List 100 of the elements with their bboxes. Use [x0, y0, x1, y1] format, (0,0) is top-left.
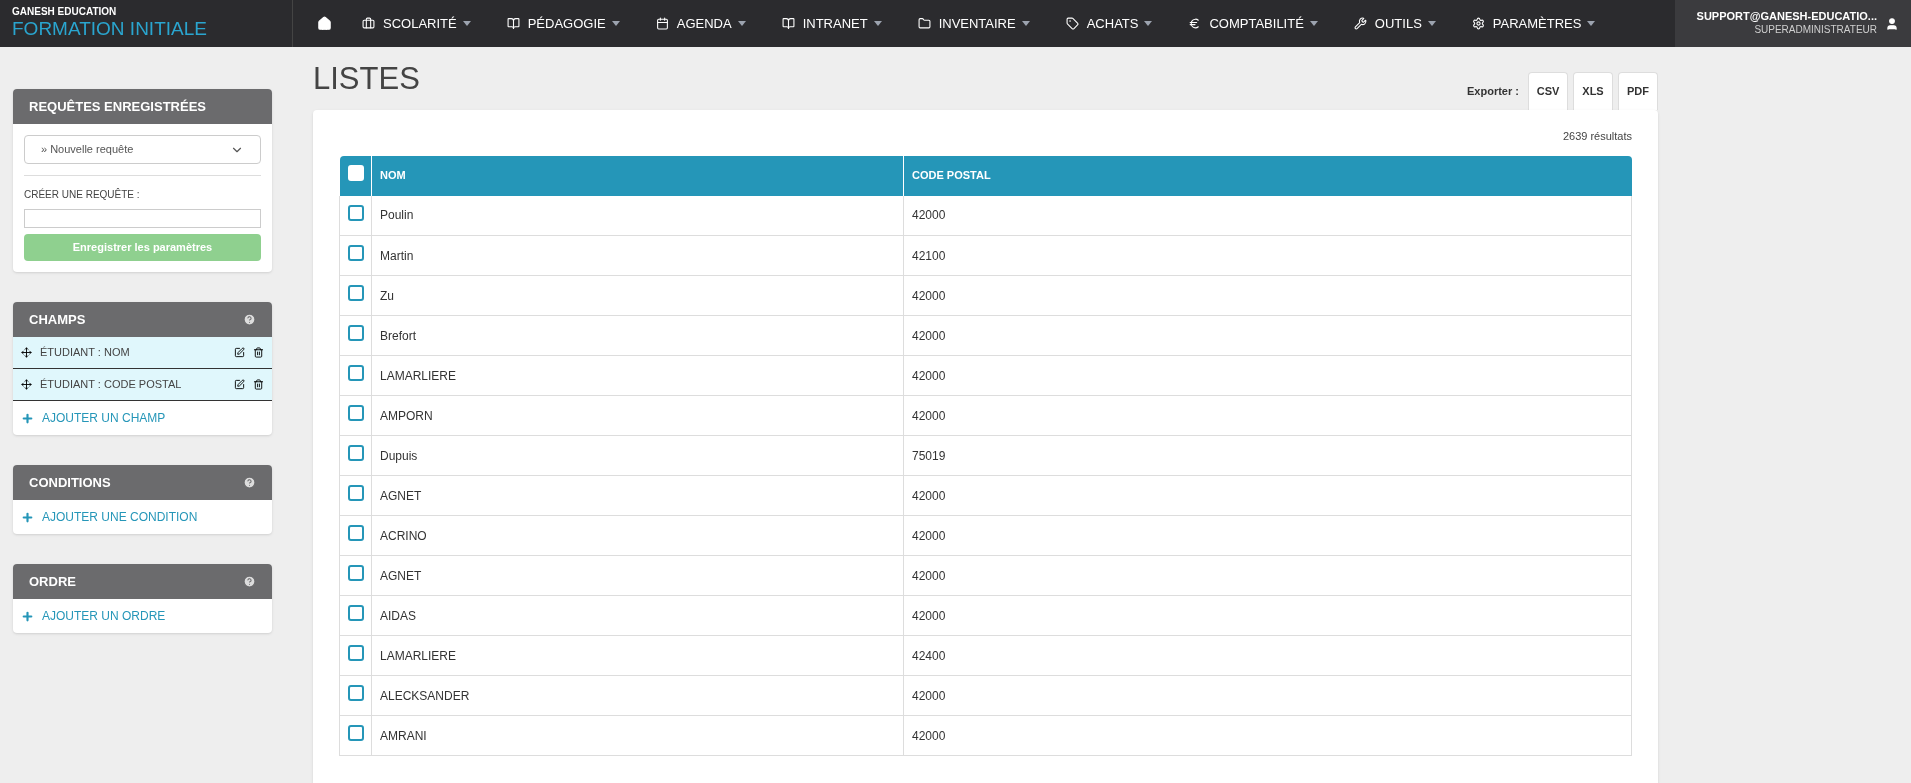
nav-menu-item[interactable]: INTRANET: [763, 13, 900, 34]
checkbox[interactable]: [348, 525, 364, 541]
caret-icon: [462, 21, 471, 26]
tag-icon: [1065, 17, 1079, 30]
euro-icon: [1188, 17, 1202, 30]
nav-menu-item[interactable]: INVENTAIRE: [899, 13, 1048, 34]
table-cell: AMPORN: [371, 395, 904, 436]
caret-icon: [737, 21, 746, 26]
caret-icon: [1309, 21, 1318, 26]
nav-menu-item[interactable]: COMPTABILITÉ: [1170, 13, 1336, 34]
nav-menu-item[interactable]: SCOLARITÉ: [344, 13, 489, 34]
table-cell: 42000: [903, 195, 1632, 236]
table-cell: AGNET: [371, 555, 904, 596]
user-role: SUPERADMINISTRATEUR: [1754, 24, 1877, 37]
trash-icon: [253, 347, 264, 358]
panel-title: REQUÊTES ENREGISTRÉES: [13, 89, 272, 124]
checkbox[interactable]: [348, 645, 364, 661]
table-cell: 42000: [903, 275, 1632, 316]
checkbox[interactable]: [348, 565, 364, 581]
move-icon: [21, 379, 32, 390]
checkbox[interactable]: [348, 365, 364, 381]
checkbox[interactable]: [348, 245, 364, 261]
briefcase-icon: [362, 17, 375, 30]
table-cell: LAMARLIERE: [371, 355, 904, 396]
table-cell: AMRANI: [371, 715, 904, 756]
checkbox[interactable]: [348, 285, 364, 301]
table-cell: 75019: [903, 435, 1632, 476]
checkbox[interactable]: [348, 445, 364, 461]
table-cell: 42000: [903, 515, 1632, 556]
checkbox[interactable]: [348, 405, 364, 421]
checkbox[interactable]: [348, 204, 364, 221]
book-icon: [781, 17, 795, 30]
table-cell: 42100: [903, 235, 1632, 276]
field-item[interactable]: ÉTUDIANT : NOM: [13, 337, 272, 369]
table-cell: 42000: [903, 475, 1632, 516]
wrench-icon: [1353, 17, 1367, 30]
plus-icon: [21, 510, 34, 524]
book-icon: [506, 17, 520, 30]
table-cell: AGNET: [371, 475, 904, 516]
export-button[interactable]: XLS: [1573, 72, 1613, 110]
caret-icon: [1587, 21, 1596, 26]
checkbox[interactable]: [348, 325, 364, 341]
table-cell: 42000: [903, 355, 1632, 396]
table-cell: Martin: [371, 235, 904, 276]
caret-icon: [1021, 21, 1030, 26]
caret-icon: [1144, 21, 1153, 26]
help-icon: [243, 575, 256, 588]
table-cell: Dupuis: [371, 435, 904, 476]
user-menu[interactable]: SUPPORT@GANESH-EDUCATIO... SUPERADMINISTRATEUR: [1675, 0, 1911, 47]
export-label: Exporter :: [1467, 83, 1519, 99]
trash-icon: [253, 379, 264, 390]
calendar-icon: [655, 17, 669, 30]
checkbox[interactable]: [348, 725, 364, 741]
plus-icon: [21, 609, 34, 623]
checkbox[interactable]: [348, 485, 364, 501]
table-cell: AIDAS: [371, 595, 904, 636]
caret-icon: [611, 21, 620, 26]
table-cell: 42000: [903, 715, 1632, 756]
table-cell: Brefort: [371, 315, 904, 356]
query-select[interactable]: » Nouvelle requête: [24, 135, 261, 164]
move-icon: [21, 347, 32, 358]
field-label: CRÉER UNE REQUÊTE :: [24, 187, 141, 202]
caret-icon: [1427, 21, 1436, 26]
panel-title: CONDITIONS: [29, 473, 111, 492]
results-count: 2639 résultats: [1562, 129, 1632, 144]
company-name: GANESH EDUCATION: [12, 6, 118, 17]
table-cell: Zu: [371, 275, 904, 316]
gear-icon: [1471, 17, 1485, 30]
nav-menu-item[interactable]: OUTILS: [1335, 13, 1454, 34]
table-cell: 42000: [903, 555, 1632, 596]
add-link[interactable]: AJOUTER UN CHAMP: [13, 401, 272, 435]
table-cell: 42000: [903, 675, 1632, 716]
export-button[interactable]: PDF: [1618, 72, 1658, 110]
folder-icon: [917, 17, 931, 30]
page-title: LISTES: [313, 63, 420, 94]
home-icon: [317, 16, 332, 31]
panel-title: ORDRE: [29, 572, 76, 591]
plus-icon: [21, 411, 34, 425]
table-cell: 42000: [903, 315, 1632, 356]
edit-icon: [234, 379, 245, 390]
nav-menu-item[interactable]: PARAMÈTRES: [1453, 13, 1614, 34]
table-cell: Poulin: [371, 195, 904, 236]
caret-icon: [873, 21, 882, 26]
nav-menu-item[interactable]: PÉDAGOGIE: [488, 13, 638, 34]
table-cell: ACRINO: [371, 515, 904, 556]
checkbox[interactable]: [348, 685, 364, 701]
query-name-input[interactable]: [24, 209, 261, 228]
field-item[interactable]: ÉTUDIANT : CODE POSTAL: [13, 369, 272, 401]
export-button[interactable]: CSV: [1528, 72, 1568, 110]
app-title[interactable]: FORMATION INITIALE: [12, 16, 280, 41]
table-cell: 42400: [903, 635, 1632, 676]
user-email: SUPPORT@GANESH-EDUCATIO...: [1696, 10, 1877, 25]
nav-menu-item[interactable]: ACHATS: [1047, 13, 1171, 34]
panel-title: CHAMPS: [29, 310, 86, 329]
nav-menu-item[interactable]: AGENDA: [637, 13, 764, 34]
table-cell: ALECKSANDER: [371, 675, 904, 716]
table-cell: 42000: [903, 395, 1632, 436]
help-icon: [243, 313, 256, 326]
checkbox[interactable]: [348, 605, 364, 621]
table-cell: LAMARLIERE: [371, 635, 904, 676]
